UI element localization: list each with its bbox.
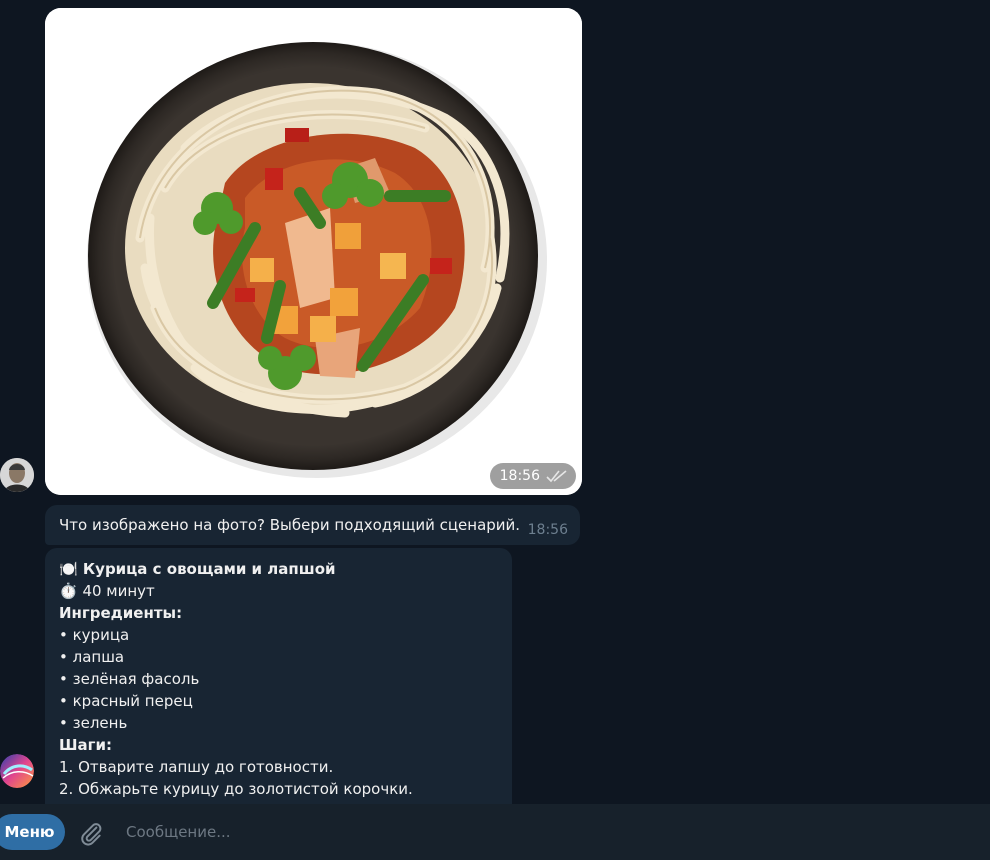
recipe-lines: 🍽️ Курица с овощами и лапшой ⏱️ 40 минут И… [59,558,498,800]
recipe-line: 2. Обжарьте курицу до золотистой корочки… [59,780,413,798]
recipe-line: ⏱️ 40 минут [59,582,155,600]
recipe-line: 1. Отварите лапшу до готовности. [59,758,334,776]
recipe-line: • лапша [59,648,125,666]
message-input[interactable] [126,814,966,850]
recipe-line: • зелень [59,714,128,732]
recipe-line: Шаги: [59,736,112,754]
food-photo[interactable] [45,8,582,495]
recipe-line: • курица [59,626,130,644]
question-message[interactable]: Что изображено на фото? Выбери подходящи… [45,505,580,545]
paperclip-icon[interactable] [78,820,104,846]
recipe-line: • красный перец [59,692,193,710]
recipe-line: Ингредиенты: [59,604,183,622]
menu-button[interactable]: Меню [0,814,65,850]
bot-avatar[interactable] [0,754,34,788]
photo-timestamp: 18:56 [489,463,576,489]
chat-area: 18:56 Что изображено на фото? Выбери под… [0,0,990,804]
question-timestamp: 18:56 [527,522,568,538]
message-composer: Меню [0,804,990,860]
user-avatar[interactable] [0,458,34,492]
question-text: Что изображено на фото? Выбери подходящи… [59,516,521,534]
double-check-icon [546,470,567,483]
recipe-reply-message[interactable]: 🍽️ Курица с овощами и лапшой ⏱️ 40 минут И… [45,548,512,804]
recipe-line: 🍽️ Курица с овощами и лапшой [59,560,336,578]
recipe-line: • зелёная фасоль [59,670,200,688]
photo-message[interactable]: 18:56 [45,8,582,495]
photo-time-text: 18:56 [499,468,540,484]
